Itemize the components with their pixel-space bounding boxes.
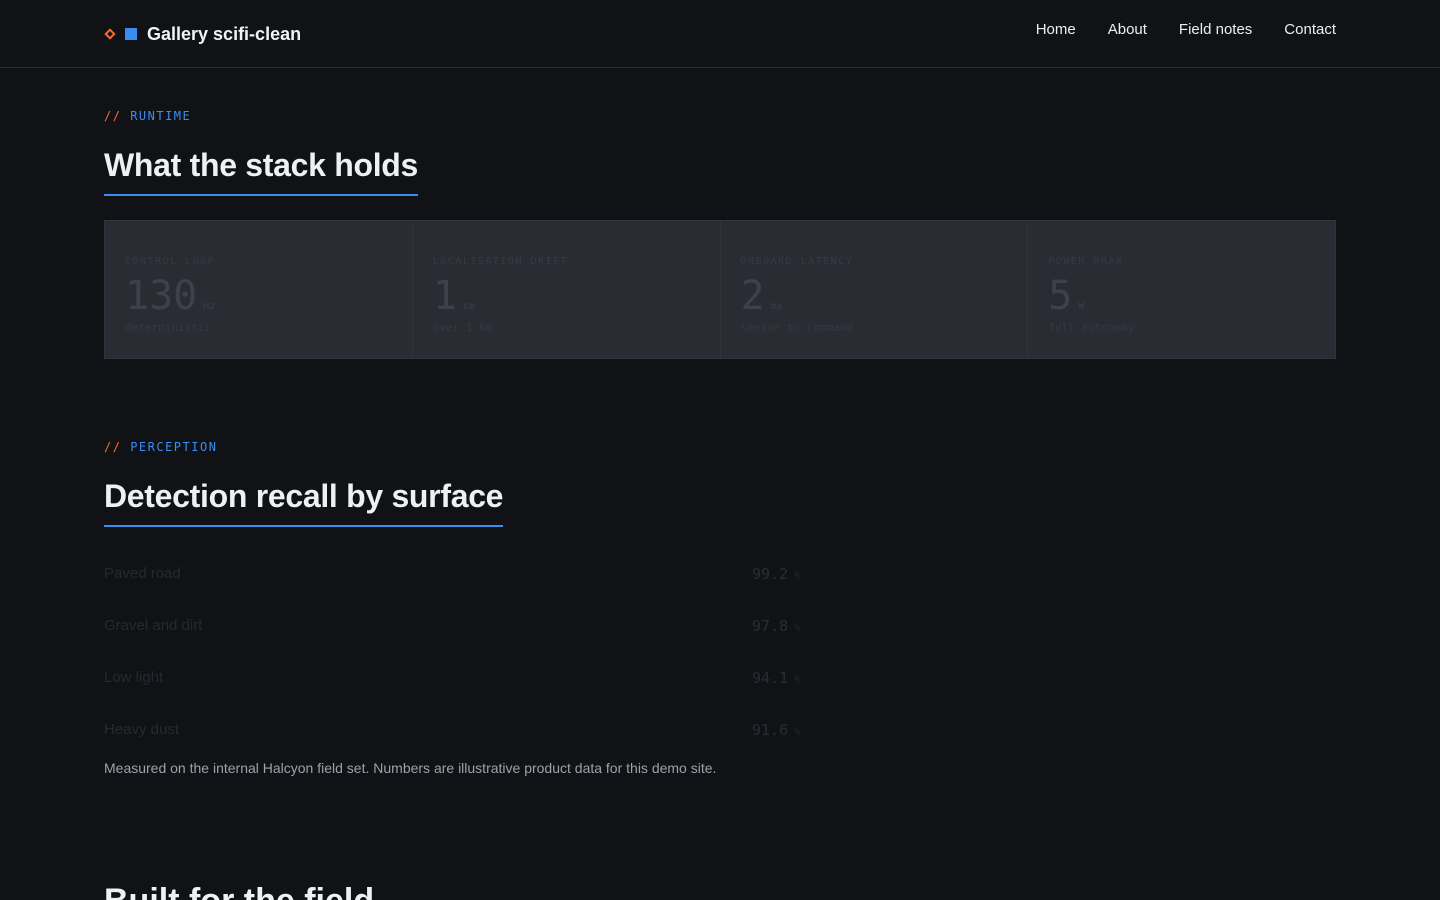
stat-label: ONBOARD LATENCY <box>740 256 854 267</box>
nav-link-home[interactable]: Home <box>1036 21 1076 38</box>
brand[interactable]: Gallery scifi-clean <box>104 22 301 46</box>
stat-label: POWER DRAW <box>1048 256 1124 267</box>
stats-panel: CONTROL LOOP 130 Hz deterministic LOCALI… <box>104 220 1336 359</box>
list-item: Paved road 99.2% <box>104 548 824 600</box>
stat-label: LOCALISATION DRIFT <box>432 256 569 267</box>
stat-unit: ms <box>770 301 783 312</box>
stat-card: LOCALISATION DRIFT 1 cm over 1 km <box>413 221 721 358</box>
stat-value: 130 <box>125 273 198 319</box>
eyebrow-tag: RUNTIME <box>130 109 192 123</box>
recall-label: Gravel and dirt <box>104 617 203 634</box>
recall-number: 91.6 <box>752 721 789 739</box>
recall-number: 94.1 <box>752 669 789 687</box>
perception-eyebrow: // PERCEPTION <box>104 440 217 454</box>
recall-unit: % <box>794 621 801 634</box>
stat-value: 5 <box>1048 273 1073 319</box>
stat-unit: W <box>1078 301 1085 312</box>
stat-value: 1 <box>432 273 457 319</box>
recall-number: 99.2 <box>752 565 789 583</box>
stat-card: POWER DRAW 5 W full autonomy <box>1028 221 1335 358</box>
recall-list: Paved road 99.2% Gravel and dirt 97.8% L… <box>104 548 824 756</box>
nav-link-contact[interactable]: Contact <box>1284 21 1336 38</box>
eyebrow-slashes: // <box>104 109 122 123</box>
brand-name[interactable]: Gallery scifi-clean <box>147 24 301 45</box>
recall-value: 99.2% <box>752 565 801 583</box>
top-bar: Gallery scifi-clean Home About Field not… <box>0 0 1440 68</box>
nav-link-about[interactable]: About <box>1108 21 1147 38</box>
recall-value: 94.1% <box>752 669 801 687</box>
eyebrow-tag: PERCEPTION <box>130 440 218 454</box>
nav-link-field-notes[interactable]: Field notes <box>1179 21 1252 38</box>
stat-unit: Hz <box>203 301 216 312</box>
main-nav: Home About Field notes Contact <box>1004 21 1336 38</box>
recall-value: 91.6% <box>752 721 801 739</box>
runtime-section-title: What the stack holds <box>104 147 418 196</box>
stat-card: CONTROL LOOP 130 Hz deterministic <box>105 221 413 358</box>
recall-number: 97.8 <box>752 617 789 635</box>
recall-unit: % <box>794 725 801 738</box>
square-logo-icon <box>125 28 137 40</box>
recall-label: Heavy dust <box>104 721 180 738</box>
recall-label: Paved road <box>104 565 181 582</box>
stat-note: full autonomy <box>1048 321 1135 334</box>
stat-value: 2 <box>740 273 765 319</box>
recall-label: Low light <box>104 669 164 686</box>
footnote: Measured on the internal Halcyon field s… <box>104 760 717 776</box>
stat-card: ONBOARD LATENCY 2 ms sensor to command <box>721 221 1029 358</box>
list-item: Low light 94.1% <box>104 652 824 704</box>
list-item: Heavy dust 91.6% <box>104 704 824 756</box>
stat-unit: cm <box>462 301 475 312</box>
recall-unit: % <box>794 569 801 582</box>
diamond-logo-icon <box>104 28 116 40</box>
recall-value: 97.8% <box>752 617 801 635</box>
runtime-eyebrow: // RUNTIME <box>104 109 191 123</box>
recall-unit: % <box>794 673 801 686</box>
stat-note: over 1 km <box>432 321 493 334</box>
list-item: Gravel and dirt 97.8% <box>104 600 824 652</box>
stat-label: CONTROL LOOP <box>125 256 216 267</box>
eyebrow-slashes: // <box>104 440 122 454</box>
stat-note: sensor to command <box>740 321 854 334</box>
perception-section-title: Detection recall by surface <box>104 478 503 527</box>
next-section-title: Built for the field <box>104 882 374 900</box>
stat-note: deterministic <box>125 321 212 334</box>
